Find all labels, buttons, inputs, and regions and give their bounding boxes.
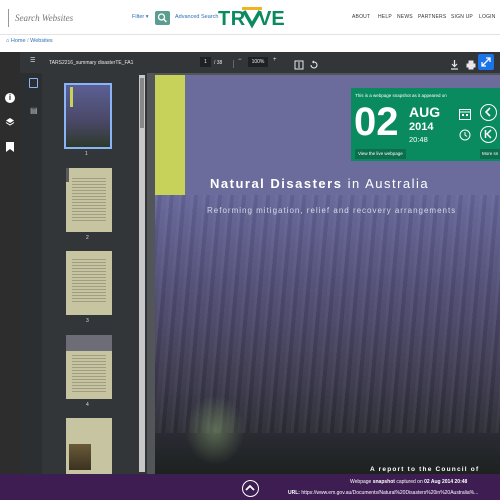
first-snapshot-button[interactable] — [480, 126, 497, 143]
snapshot-caption: This is a webpage snapshot as it appeare… — [355, 93, 447, 98]
search-input[interactable] — [8, 9, 148, 27]
breadcrumb-home[interactable]: Home — [11, 38, 26, 44]
search-button[interactable] — [155, 11, 170, 25]
svg-text:VE: VE — [258, 8, 284, 29]
filter-dropdown[interactable]: Filter ▾ — [132, 14, 149, 20]
home-icon: ⌂ — [6, 38, 10, 44]
breadcrumb: ⌂ Home / Websites — [6, 38, 53, 44]
info-icon[interactable]: i — [5, 93, 15, 103]
snapshot-year: 2014 — [409, 121, 434, 133]
thumbnail-label-4: 4 — [86, 402, 89, 408]
footer-capture-line: Webpage snapshot captured on 02 Aug 2014… — [350, 479, 468, 485]
thumbnail-label-3: 3 — [86, 318, 89, 324]
thumbnail-page-2[interactable] — [66, 168, 112, 232]
thumbnail-scrollbar[interactable] — [139, 75, 145, 472]
nav-news[interactable]: NEWS — [397, 14, 413, 20]
nav-login[interactable]: LOGIN — [479, 14, 496, 20]
layers-icon[interactable] — [5, 114, 15, 132]
zoom-level[interactable]: 100% — [248, 57, 268, 67]
clock-icon[interactable] — [459, 128, 471, 141]
nav-partners[interactable]: PARTNERS — [418, 14, 446, 20]
document-title: Natural Disasters in Australia — [210, 176, 430, 191]
search-icon — [157, 13, 167, 23]
previous-snapshot-button[interactable] — [480, 104, 497, 121]
thumbnail-scrollbar-thumb[interactable] — [140, 78, 144, 128]
outline-tab-icon[interactable]: ▤ — [30, 107, 38, 115]
breadcrumb-separator: / — [27, 38, 29, 44]
document-report-line: A report to the Council of — [370, 466, 480, 473]
nav-signup[interactable]: SIGN UP — [451, 14, 473, 20]
thumbnail-tabs — [20, 73, 42, 474]
snapshot-time: 20:48 — [409, 135, 428, 144]
view-live-webpage-button[interactable]: View the live webpage — [355, 149, 406, 159]
footer-url[interactable]: https://www.em.gov.au/Documents/Natural%… — [301, 490, 478, 496]
expand-icon — [481, 57, 491, 67]
scroll-top-button[interactable] — [242, 480, 259, 497]
bookmark-icon[interactable] — [6, 139, 14, 157]
document-subtitle: Reforming mitigation, relief and recover… — [207, 206, 457, 215]
svg-text:TR: TR — [218, 8, 246, 29]
page-total: / 38 — [214, 60, 223, 66]
thumbnail-page-5[interactable] — [66, 418, 112, 474]
document-filename: TARS2216_summary disasterTE_FA1 — [49, 60, 134, 66]
page-number-input[interactable]: 1 — [200, 57, 211, 67]
chevron-left-icon — [484, 107, 491, 117]
more-snapshots-button[interactable]: More sn — [480, 149, 500, 159]
toolbar-divider — [233, 60, 234, 68]
advanced-search-link[interactable]: Advanced Search — [175, 14, 218, 20]
snapshot-day: 02 — [354, 100, 399, 144]
calendar-icon[interactable] — [459, 107, 471, 120]
zoom-in-button[interactable]: + — [273, 57, 277, 63]
footer-url-line: URL: https://www.em.gov.au/Documents/Nat… — [288, 490, 479, 496]
breadcrumb-websites[interactable]: Websites — [30, 38, 53, 44]
chevron-up-icon — [245, 484, 255, 491]
nav-about[interactable]: ABOUT — [352, 14, 370, 20]
thumbnail-label-1: 1 — [85, 151, 88, 157]
nav-help[interactable]: HELP — [378, 14, 392, 20]
thumbnails-tab-icon[interactable] — [29, 78, 38, 88]
snapshot-month: AUG — [409, 104, 441, 120]
trove-logo[interactable]: TR VE — [218, 7, 285, 30]
fullscreen-button[interactable] — [478, 54, 494, 70]
zoom-out-button[interactable]: − — [238, 57, 242, 63]
thumbnail-label-2: 2 — [86, 235, 89, 241]
skip-back-icon — [484, 129, 492, 139]
menu-icon[interactable]: ☰ — [30, 57, 35, 64]
thumbnail-page-4[interactable] — [66, 335, 112, 399]
thumbnail-page-3[interactable] — [66, 251, 112, 315]
thumbnail-page-1[interactable] — [64, 83, 112, 149]
